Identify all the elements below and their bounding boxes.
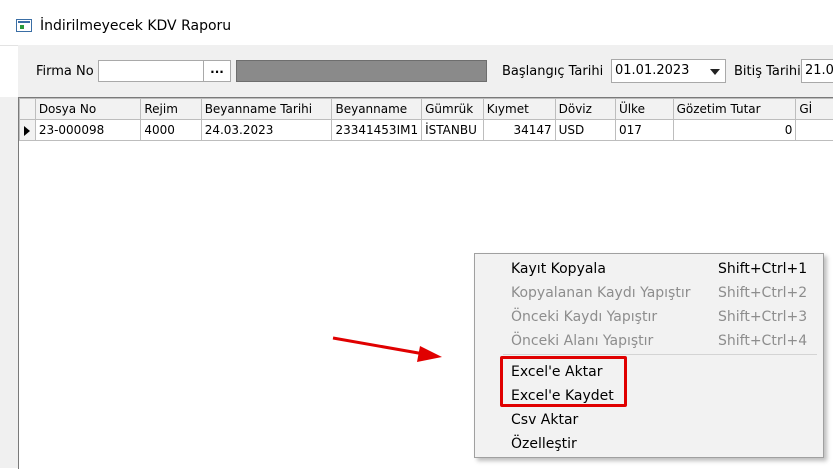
menu-item-onceki-alani-yapistir[interactable]: Önceki Alanı Yapıştır (511, 333, 653, 349)
menu-item-kopyalanan-kaydi-yapistir[interactable]: Kopyalanan Kaydı Yapıştır (511, 285, 690, 301)
menu-separator (503, 354, 817, 355)
shortcut-label: Shift+Ctrl+2 (718, 285, 807, 301)
menu-item-onceki-kaydi-yapistir[interactable]: Önceki Kaydı Yapıştır (511, 309, 657, 325)
highlight-box (500, 356, 627, 407)
context-menu: Kayıt Kopyala Shift+Ctrl+1 Kopyalanan Ka… (474, 253, 824, 458)
shortcut-label: Shift+Ctrl+1 (718, 261, 807, 277)
menu-item-ozellestir[interactable]: Özelleştir (511, 436, 577, 452)
menu-item-csv-aktar[interactable]: Csv Aktar (511, 412, 578, 428)
shortcut-label: Shift+Ctrl+4 (718, 333, 807, 349)
shortcut-label: Shift+Ctrl+3 (718, 309, 807, 325)
menu-item-kayit-kopyala[interactable]: Kayıt Kopyala (511, 261, 606, 277)
